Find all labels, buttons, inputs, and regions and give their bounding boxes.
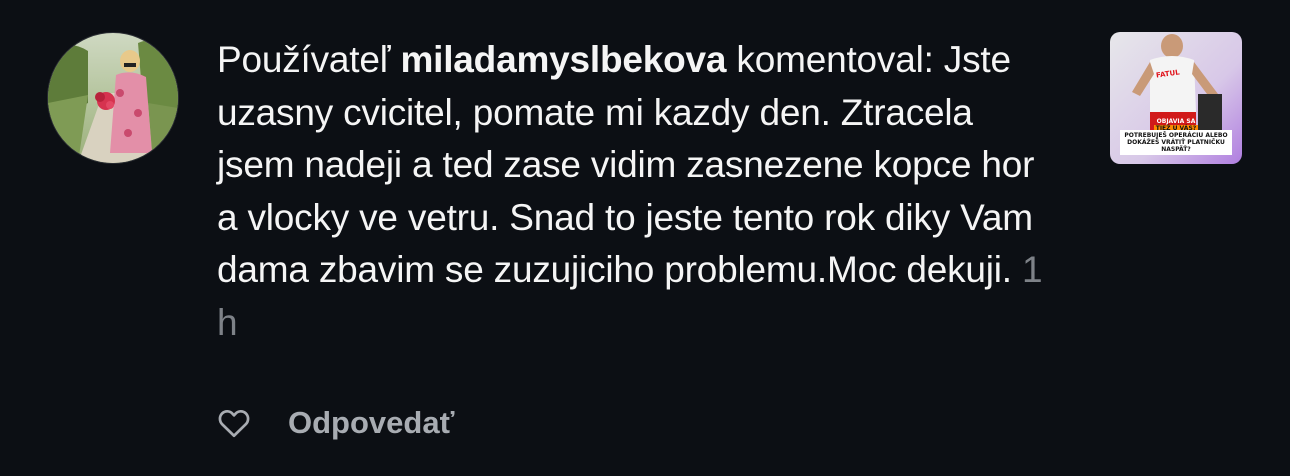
reply-button[interactable]: Odpovedať bbox=[288, 405, 454, 441]
comment-username[interactable]: miladamyslbekova bbox=[400, 39, 726, 80]
comment-text: Používateľ miladamyslbekova komentoval: … bbox=[217, 34, 1057, 349]
comment-actions: Odpovedať bbox=[216, 403, 454, 443]
heart-outline-icon[interactable] bbox=[216, 405, 252, 441]
comment-verb: komentoval: bbox=[736, 39, 934, 80]
thumbnail-tag-line1: OBJAVIA SA bbox=[1156, 118, 1196, 125]
avatar[interactable] bbox=[48, 33, 178, 163]
comment-prefix: Používateľ bbox=[217, 39, 391, 80]
post-thumbnail[interactable]: FATUL OBJAVIA SA TIEŽ U VÁS? POTREBUJEŠ … bbox=[1110, 32, 1242, 164]
thumbnail-headline: POTREBUJEŠ OPERÁCIU ALEBO DOKÁŽEŠ VRÁTIŤ… bbox=[1120, 130, 1232, 155]
